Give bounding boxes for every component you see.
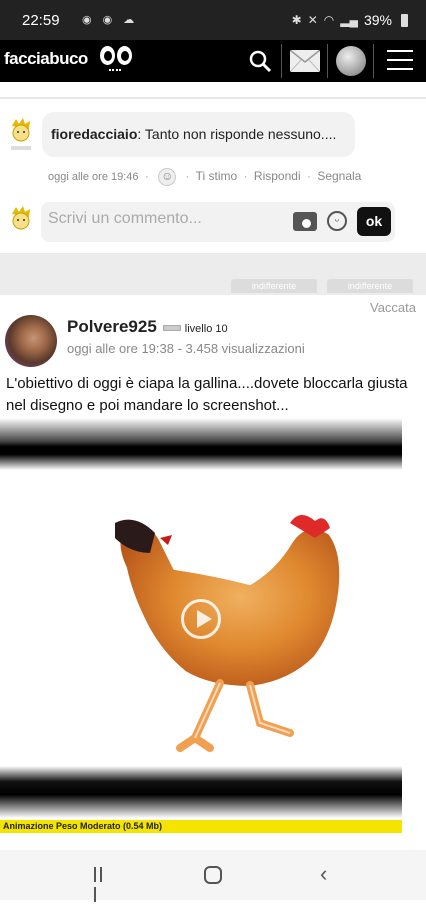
post-author-name[interactable]: Polvere925 bbox=[67, 317, 157, 336]
comment-bubble: fioredacciaio: Tanto non risponde nessun… bbox=[42, 112, 355, 157]
camera-icon[interactable] bbox=[293, 212, 317, 231]
status-bar: 22:59 ◉ ◉ ☁ ✱ ✕ ◠ ▂▄ 39% bbox=[0, 0, 426, 40]
mail-icon[interactable] bbox=[290, 50, 320, 72]
menu-icon[interactable] bbox=[387, 50, 413, 70]
reply-link[interactable]: Rispondi bbox=[254, 169, 301, 183]
search-icon[interactable] bbox=[248, 49, 272, 73]
battery-icon bbox=[401, 13, 408, 27]
site-logo[interactable]: facciabuco bbox=[4, 49, 88, 69]
comment-input[interactable]: Scrivi un commento... bbox=[48, 210, 202, 228]
post-media[interactable] bbox=[0, 418, 402, 832]
commenter-avatar[interactable] bbox=[8, 117, 34, 151]
media-band bbox=[0, 766, 402, 818]
my-avatar bbox=[12, 206, 30, 230]
status-right: ✱ ✕ ◠ ▂▄ 39% bbox=[292, 12, 408, 28]
battery-percent: 39% bbox=[363, 12, 392, 28]
reaction-button[interactable]: indifferente bbox=[231, 279, 317, 293]
header-divider bbox=[373, 44, 374, 78]
wifi-icon: ◠ bbox=[323, 13, 335, 27]
bluetooth-icon: ✱ bbox=[291, 13, 302, 27]
globe-icon[interactable] bbox=[336, 46, 366, 76]
home-icon[interactable] bbox=[204, 866, 222, 884]
comment-compose: Scrivi un commento... ᵕ ok bbox=[41, 202, 395, 242]
comment-meta: oggi alle ore 19:46 · ☺ · Ti stimo · Ris… bbox=[48, 168, 361, 186]
back-icon[interactable]: ‹ bbox=[320, 863, 327, 885]
comment-time: oggi alle ore 19:46 bbox=[48, 171, 139, 184]
section-divider bbox=[0, 97, 426, 99]
post-author: Polvere925 livello 10 bbox=[67, 317, 228, 337]
comment-text: : Tanto non risponde nessuno.... bbox=[137, 126, 337, 142]
post-author-avatar[interactable] bbox=[5, 315, 57, 367]
reaction-button[interactable]: indifferente bbox=[327, 279, 413, 293]
send-button[interactable]: ok bbox=[357, 207, 391, 236]
post-author-level: livello 10 bbox=[184, 323, 228, 335]
status-time: 22:59 bbox=[22, 12, 60, 29]
recent-apps-icon[interactable] bbox=[94, 867, 110, 902]
media-band bbox=[0, 418, 402, 470]
logo-eyes-icon bbox=[100, 46, 134, 74]
smiley-icon[interactable]: ☺ bbox=[158, 168, 177, 186]
chicken-image bbox=[115, 514, 344, 752]
header-divider bbox=[327, 44, 328, 78]
smiley-icon[interactable]: ᵕ bbox=[327, 211, 347, 231]
header-divider bbox=[281, 44, 282, 78]
like-link[interactable]: Ti stimo bbox=[196, 169, 238, 183]
post-tag[interactable]: Vaccata bbox=[370, 300, 416, 315]
post-text: L'obiettivo di oggi è ciapa la gallina..… bbox=[6, 375, 408, 414]
post-meta: oggi alle ore 19:38 - 3.458 visualizzazi… bbox=[67, 341, 305, 356]
media-caption: Animazione Peso Moderato (0.54 Mb) bbox=[0, 820, 402, 833]
app-header: facciabuco bbox=[0, 40, 426, 82]
notification-icons: ◉ ◉ ☁ bbox=[82, 14, 139, 26]
level-bar bbox=[162, 324, 181, 331]
play-icon[interactable] bbox=[181, 599, 221, 639]
system-nav-bar: ‹ bbox=[0, 850, 426, 902]
report-link[interactable]: Segnala bbox=[317, 169, 361, 183]
mute-icon: ✕ bbox=[307, 13, 318, 27]
signal-icon: ▂▄ bbox=[340, 13, 358, 27]
comment-author[interactable]: fioredacciaio bbox=[51, 126, 137, 142]
